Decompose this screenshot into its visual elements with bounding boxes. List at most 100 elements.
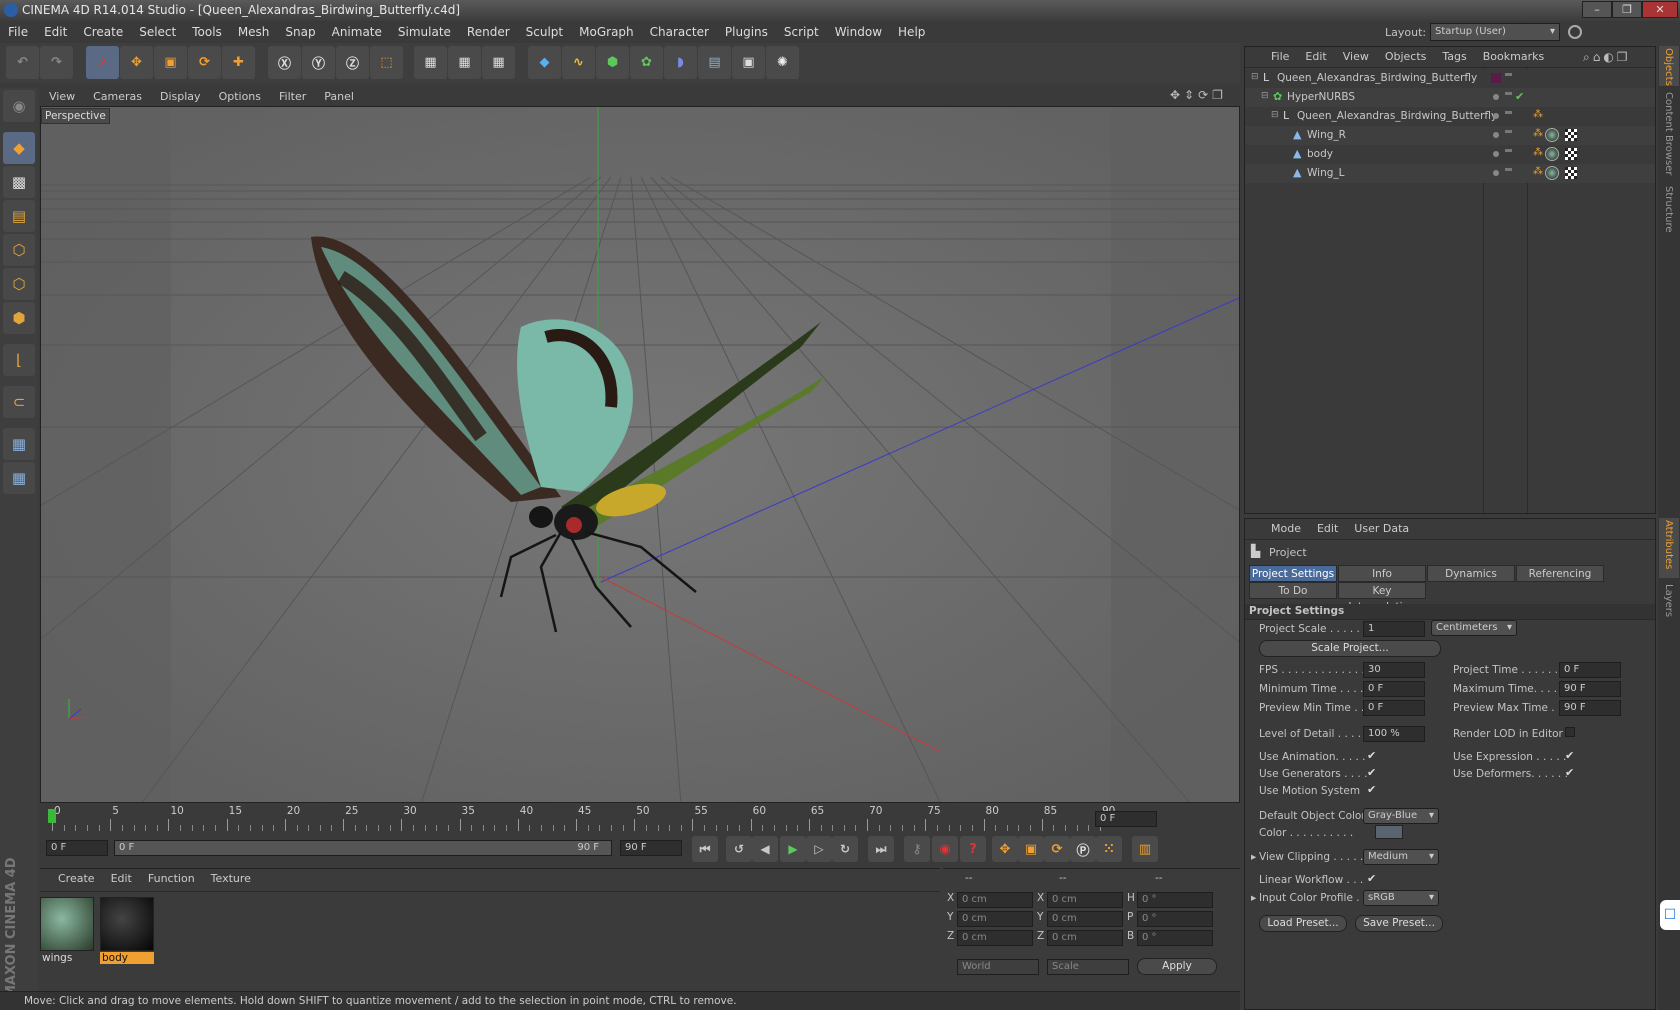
phong-tag-icon[interactable]: ⁂ (1533, 166, 1543, 177)
viewport-menu-filter[interactable]: Filter (270, 90, 315, 103)
expand-arrow-icon[interactable]: ▸ (1251, 892, 1256, 904)
workplane-align-button[interactable]: ▦ (3, 462, 35, 494)
nurbs-button[interactable]: ⬢ (596, 46, 629, 79)
deformer-button[interactable]: ◗ (664, 46, 697, 79)
expand-toggle-icon[interactable]: ⊟ (1271, 110, 1279, 120)
phong-tag-icon[interactable]: ⁂ (1533, 109, 1543, 120)
material-tag-icon[interactable] (1545, 128, 1559, 142)
menu-character[interactable]: Character (642, 25, 717, 39)
object-menu-file[interactable]: File (1263, 50, 1297, 63)
live-selection-button[interactable]: ➚ (86, 46, 119, 79)
x-axis-lock-button[interactable]: Ⓧ (268, 46, 301, 79)
cube-object-button[interactable]: ◆ (528, 46, 561, 79)
side-tab-structure[interactable]: Structure (1659, 184, 1679, 244)
coord-field[interactable]: 0 ° (1137, 911, 1213, 927)
transform-tool-button[interactable]: ✚ (222, 46, 255, 79)
render-dot-icon[interactable] (1505, 111, 1510, 121)
menu-select[interactable]: Select (131, 25, 184, 39)
time-setting-field[interactable]: 0 F (1559, 662, 1621, 678)
coord-field[interactable]: 0 cm (957, 930, 1033, 946)
timeline-ruler[interactable]: 051015202530354045505560657075808590 0 F (40, 805, 1240, 833)
option-checkbox[interactable]: ✔ (1565, 767, 1575, 778)
tab-key-interpolation[interactable]: Key Interpolation (1338, 582, 1426, 613)
object-name[interactable]: HyperNURBS (1287, 91, 1355, 103)
undo-button[interactable]: ↶ (6, 46, 39, 79)
time-setting-field[interactable]: 90 F (1559, 700, 1621, 716)
menu-simulate[interactable]: Simulate (390, 25, 459, 39)
menu-tools[interactable]: Tools (184, 25, 230, 39)
range-slider[interactable]: 0 F 90 F (114, 840, 612, 856)
key-position-button[interactable]: ✥ (992, 836, 1018, 862)
visibility-dot-icon[interactable] (1493, 151, 1499, 157)
coord-field[interactable]: 0 cm (1047, 911, 1123, 927)
phong-tag-icon[interactable]: ⁂ (1533, 147, 1543, 158)
make-editable-button[interactable]: ◉ (3, 90, 35, 122)
prev-key-button[interactable]: ↺ (726, 836, 752, 862)
material-wings-thumb[interactable] (40, 897, 94, 951)
object-name[interactable]: body (1307, 148, 1333, 160)
attribute-menu-edit[interactable]: Edit (1309, 522, 1346, 535)
object-menu-bookmarks[interactable]: Bookmarks (1475, 50, 1552, 63)
viewport-menu-cameras[interactable]: Cameras (84, 90, 151, 103)
viewport-menu-options[interactable]: Options (210, 90, 270, 103)
close-button[interactable]: ✕ (1642, 1, 1678, 18)
scale-project-button[interactable]: Scale Project... (1259, 640, 1441, 657)
uvw-tag-icon[interactable] (1565, 148, 1577, 160)
render-settings-button[interactable]: ▦ (482, 46, 515, 79)
object-menu-view[interactable]: View (1335, 50, 1377, 63)
material-menu-function[interactable]: Function (140, 872, 203, 885)
time-setting-field[interactable]: 0 F (1363, 700, 1425, 716)
tab-info[interactable]: Info (1338, 565, 1426, 582)
rotate-tool-button[interactable]: ⟳ (188, 46, 221, 79)
coord-field[interactable]: 0 cm (1047, 930, 1123, 946)
visibility-dot-icon[interactable] (1493, 113, 1499, 119)
linear-workflow-checkbox[interactable]: ✔ (1367, 873, 1377, 884)
expand-toggle-icon[interactable]: ⊟ (1251, 72, 1259, 82)
option-checkbox[interactable]: ✔ (1367, 767, 1377, 778)
object-menu-objects[interactable]: Objects (1377, 50, 1435, 63)
minimize-button[interactable]: – (1582, 1, 1612, 18)
start-frame-field[interactable]: 0 F (46, 840, 108, 856)
polygons-mode-button[interactable]: ⬢ (3, 302, 35, 334)
goto-end-button[interactable]: ⏭ (868, 836, 894, 862)
visibility-dot-icon[interactable] (1493, 94, 1499, 100)
goto-start-button[interactable]: ⏮ (692, 836, 718, 862)
render-dot-icon[interactable] (1505, 168, 1510, 178)
current-frame-field[interactable]: 0 F (1095, 811, 1157, 827)
autokey-button[interactable]: ◉ (932, 836, 958, 862)
scale-tool-button[interactable]: ▣ (154, 46, 187, 79)
coord-field[interactable]: 0 cm (957, 911, 1033, 927)
prev-frame-button[interactable]: ◀ (752, 836, 778, 862)
expand-toggle-icon[interactable]: ⊟ (1261, 91, 1269, 101)
timeline-window-button[interactable]: ▥ (1132, 836, 1158, 862)
spline-button[interactable]: ∿ (562, 46, 595, 79)
menu-plugins[interactable]: Plugins (717, 25, 776, 39)
move-tool-button[interactable]: ✥ (120, 46, 153, 79)
viewport-nav-icons[interactable]: ✥⇕⟳❐ (1170, 88, 1227, 102)
object-row-wing-r[interactable]: ▲ Wing_R ⁂ (1245, 126, 1655, 145)
option-checkbox[interactable]: ✔ (1565, 750, 1575, 761)
expand-arrow-icon[interactable]: ▸ (1251, 851, 1256, 863)
apply-button[interactable]: Apply (1137, 958, 1217, 975)
workplane-mode-button[interactable]: ▤ (3, 200, 35, 232)
perspective-viewport[interactable]: Perspective (40, 106, 1240, 803)
material-tag-icon[interactable] (1545, 147, 1559, 161)
material-wings-label[interactable]: wings (40, 952, 94, 964)
material-menu-create[interactable]: Create (50, 872, 103, 885)
time-setting-field[interactable]: 0 F (1363, 681, 1425, 697)
maximize-button[interactable]: ❐ (1612, 1, 1642, 18)
visibility-dot-icon[interactable] (1493, 132, 1499, 138)
time-setting-field[interactable]: 30 (1363, 662, 1425, 678)
camera-button[interactable]: ▣ (732, 46, 765, 79)
coord-system-select[interactable]: World (957, 959, 1039, 975)
viewport-menu-view[interactable]: View (40, 90, 84, 103)
coord-field[interactable]: 0 ° (1137, 930, 1213, 946)
default-color-select[interactable]: Gray-Blue ▾ (1363, 808, 1439, 824)
lod-field[interactable]: 100 % (1363, 726, 1425, 742)
object-row-wing-l[interactable]: ▲ Wing_L ⁂ (1245, 164, 1655, 183)
floor-button[interactable]: ▤ (698, 46, 731, 79)
axis-mode-button[interactable]: ⌊ (3, 344, 35, 376)
object-manager-search-icon[interactable]: ⌕⌂◐❐ (1583, 50, 1631, 65)
render-picture-viewer-button[interactable]: ▦ (448, 46, 481, 79)
texture-mode-button[interactable]: ▩ (3, 166, 35, 198)
